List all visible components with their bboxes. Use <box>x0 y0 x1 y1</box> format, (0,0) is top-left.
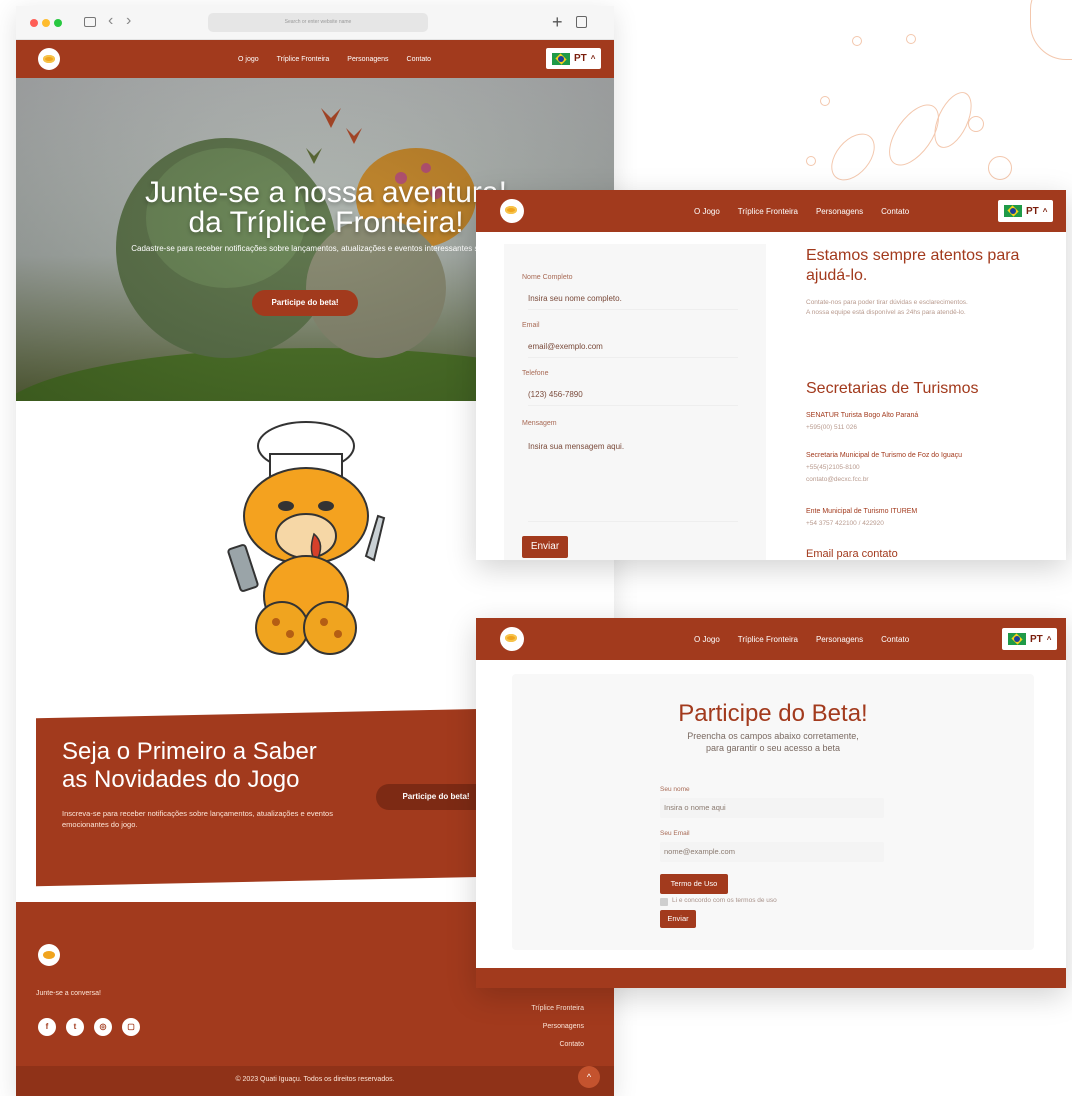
copyright-text: © 2023 Quati Iguaçu. Todos os direitos r… <box>235 1076 395 1083</box>
footer-tagline: Junte-se a conversa! <box>36 990 101 997</box>
nav-link-personagens[interactable]: Personagens <box>816 207 863 216</box>
contact-side-title: Estamos sempre atentos para ajudá-lo. <box>806 247 1020 284</box>
footer-link-personagens[interactable]: Personagens <box>531 1018 584 1036</box>
language-label: PT <box>574 53 587 64</box>
brazil-flag-icon <box>1008 633 1026 645</box>
beta-email-label: Seu Email <box>660 830 690 837</box>
quati-logo-icon[interactable] <box>500 199 524 223</box>
footer-links: Tríplice Fronteira Personagens Contato <box>531 1000 584 1054</box>
sidebar-toggle-icon[interactable] <box>84 17 96 27</box>
newsletter-text: Inscreva-se para receber notificações so… <box>62 809 333 829</box>
name-input[interactable]: Insira seu nome completo. <box>528 294 738 310</box>
maximize-window-icon[interactable] <box>54 19 62 27</box>
hero-subtitle: Cadastre-se para receber notificações so… <box>131 244 521 253</box>
brazil-flag-icon <box>1004 205 1022 217</box>
phone-label: Telefone <box>522 370 549 377</box>
chevron-up-icon: ^ <box>1046 634 1052 644</box>
language-label: PT <box>1030 633 1043 645</box>
browser-toolbar: ‹ › Search or enter website name + <box>16 6 614 40</box>
beta-name-label: Seu nome <box>660 786 690 793</box>
nav-link-personagens[interactable]: Personagens <box>347 56 388 63</box>
tourism-item-1-name: SENATUR Turista Bogo Alto Paraná <box>806 412 919 419</box>
chevron-up-icon: ^ <box>1042 206 1048 216</box>
tourism-item-1-info: +595(00) 511 026 <box>806 424 858 431</box>
email-label: Email <box>522 322 540 329</box>
beta-subtitle: Preencha os campos abaixo corretamente, … <box>687 731 859 753</box>
nav-link-contato[interactable]: Contato <box>407 56 432 63</box>
beta-nav: O Jogo Tríplice Fronteira Personagens Co… <box>476 618 1066 660</box>
footer-link-contato[interactable]: Contato <box>531 1036 584 1054</box>
newsletter-title: Seja o Primeiro a Saber as Novidades do … <box>62 738 317 793</box>
contact-side-text: Contate-nos para poder tirar dúvidas e e… <box>806 299 968 316</box>
tourism-title: Secretarias de Turismos <box>806 380 979 397</box>
jaguar-chef-mascot <box>227 421 386 655</box>
language-label: PT <box>1026 205 1039 217</box>
beta-page-window: O Jogo Tríplice Fronteira Personagens Co… <box>476 618 1066 988</box>
language-selector[interactable]: PT ^ <box>998 200 1054 222</box>
nav-link-jogo[interactable]: O Jogo <box>694 207 720 216</box>
nav-link-jogo[interactable]: O jogo <box>238 56 259 63</box>
close-window-icon[interactable] <box>30 19 38 27</box>
nav-link-contato[interactable]: Contato <box>881 207 909 216</box>
discord-icon[interactable]: ▢ <box>122 1018 140 1036</box>
instagram-icon[interactable]: ◎ <box>94 1018 112 1036</box>
nav-link-triplice[interactable]: Tríplice Fronteira <box>738 207 798 216</box>
new-tab-icon[interactable]: + <box>552 12 563 33</box>
facebook-icon[interactable]: f <box>38 1018 56 1036</box>
language-selector[interactable]: PT ^ <box>1002 628 1058 650</box>
footer-logo-icon[interactable] <box>38 944 60 966</box>
nav-link-triplice[interactable]: Tríplice Fronteira <box>277 56 330 63</box>
message-textarea[interactable]: Insira sua mensagem aqui. <box>528 442 738 522</box>
twitter-icon[interactable]: t <box>66 1018 84 1036</box>
nav-link-contato[interactable]: Contato <box>881 635 909 644</box>
nav-link-jogo[interactable]: O Jogo <box>694 635 720 644</box>
name-label: Nome Completo <box>522 274 573 281</box>
back-icon[interactable]: ‹ <box>108 12 113 30</box>
minimize-window-icon[interactable] <box>42 19 50 27</box>
language-selector[interactable]: PT ^ <box>546 48 602 69</box>
message-label: Mensagem <box>522 420 557 427</box>
beta-footer-bar <box>476 968 1066 988</box>
forward-icon[interactable]: › <box>126 12 131 30</box>
brazil-flag-icon <box>552 52 570 65</box>
contact-nav: O Jogo Tríplice Fronteira Personagens Co… <box>476 190 1066 232</box>
beta-name-input[interactable]: Insira o nome aqui <box>660 798 884 818</box>
chevron-up-icon: ^ <box>590 54 596 63</box>
tabs-overview-icon[interactable] <box>576 16 587 28</box>
terms-checkbox[interactable] <box>660 898 668 906</box>
email-contact-title: Email para contato <box>806 548 898 560</box>
terms-checkbox-label: Li e concordo com os termos de uso <box>672 897 777 904</box>
quati-logo-icon[interactable] <box>500 627 524 651</box>
scroll-top-icon[interactable]: ^ <box>578 1066 600 1088</box>
email-input[interactable]: email@exemplo.com <box>528 342 738 358</box>
contact-page-window: O Jogo Tríplice Fronteira Personagens Co… <box>476 190 1066 560</box>
site-nav: O jogo Tríplice Fronteira Personagens Co… <box>16 40 614 78</box>
tourism-item-2-info: +55(45)2105-8100 <box>806 464 860 471</box>
address-bar[interactable]: Search or enter website name <box>208 13 428 32</box>
terms-button[interactable]: Termo de Uso <box>660 874 728 894</box>
beta-title: Participe do Beta! <box>678 700 868 727</box>
footer-link-triplice[interactable]: Tríplice Fronteira <box>531 1000 584 1018</box>
hero-beta-button[interactable]: Participe do beta! <box>252 290 358 316</box>
tourism-item-2-email: contato@decxc.fcc.br <box>806 476 869 483</box>
nav-link-triplice[interactable]: Tríplice Fronteira <box>738 635 798 644</box>
tourism-item-3-name: Ente Municipal de Turismo ITUREM <box>806 508 918 515</box>
phone-input[interactable]: (123) 456-7890 <box>528 390 738 406</box>
tourism-item-2-name: Secretaria Municipal de Turismo de Foz d… <box>806 452 963 459</box>
quati-logo-icon[interactable] <box>38 48 60 70</box>
beta-email-input[interactable]: nome@example.com <box>660 842 884 862</box>
tourism-item-3-info: +54 3757 422100 / 422920 <box>806 520 884 527</box>
nav-link-personagens[interactable]: Personagens <box>816 635 863 644</box>
beta-submit-button[interactable]: Enviar <box>660 910 696 928</box>
footer-bottom-bar: © 2023 Quati Iguaçu. Todos os direitos r… <box>16 1066 614 1096</box>
contact-submit-button[interactable]: Enviar <box>522 536 568 558</box>
